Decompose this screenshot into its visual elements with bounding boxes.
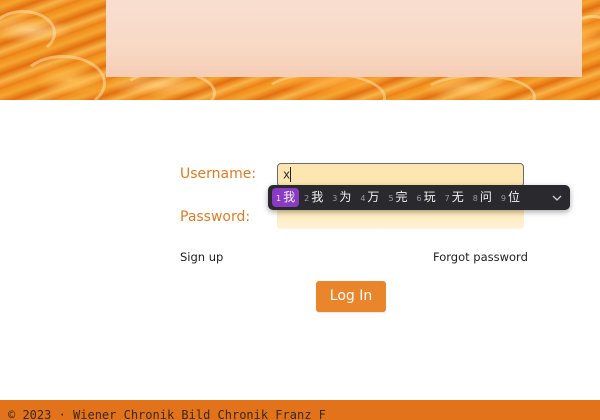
candidate-char: 完 <box>395 190 408 204</box>
ime-candidate[interactable]: 3 为 <box>328 188 355 207</box>
ime-candidate[interactable]: 8 问 <box>469 188 496 207</box>
username-label: Username: <box>180 166 257 182</box>
candidate-char: 为 <box>339 190 352 204</box>
login-button[interactable]: Log In <box>316 281 386 312</box>
username-input[interactable]: x <box>277 163 524 187</box>
password-label: Password: <box>180 209 251 225</box>
candidate-char: 无 <box>451 190 464 204</box>
candidate-number: 5 <box>388 194 394 203</box>
candidate-number: 9 <box>500 194 506 203</box>
username-value: x <box>283 167 291 182</box>
candidate-number: 7 <box>444 194 450 203</box>
ime-candidate[interactable]: 4 万 <box>356 188 383 207</box>
candidate-number: 6 <box>416 194 422 203</box>
ime-candidate[interactable]: 2 我 <box>300 188 327 207</box>
candidate-number: 1 <box>276 194 282 203</box>
banner-panel <box>106 0 582 77</box>
ime-candidate[interactable]: 6 玩 <box>413 188 440 207</box>
candidate-number: 3 <box>332 194 338 203</box>
candidate-char: 位 <box>507 190 520 204</box>
ime-candidate[interactable]: 5 完 <box>384 188 411 207</box>
candidate-number: 8 <box>472 194 478 203</box>
header-banner <box>0 0 600 100</box>
candidate-number: 4 <box>360 194 366 203</box>
forgot-password-link[interactable]: Forgot password <box>433 250 528 264</box>
banner-swirl <box>20 55 106 100</box>
chevron-down-icon[interactable] <box>548 188 566 207</box>
candidate-char: 万 <box>367 190 380 204</box>
login-page: Username: x Password: 1 我 2 我 3 为 4 万 5 … <box>0 0 600 420</box>
candidate-number: 2 <box>304 194 310 203</box>
ime-candidate[interactable]: 9 位 <box>497 188 524 207</box>
candidate-char: 我 <box>311 190 324 204</box>
candidate-char: 玩 <box>423 190 436 204</box>
text-caret <box>290 167 292 182</box>
footer-text: © 2023 · Wiener Chronik Bild Chronik Fra… <box>8 408 326 420</box>
footer: © 2023 · Wiener Chronik Bild Chronik Fra… <box>0 400 600 420</box>
banner-swirl <box>0 10 56 56</box>
banner-swirl <box>420 74 536 100</box>
ime-candidate-bar: 1 我 2 我 3 为 4 万 5 完 6 玩 7 无 8 问 9 位 <box>268 185 570 210</box>
candidate-char: 问 <box>479 190 492 204</box>
sign-up-link[interactable]: Sign up <box>180 250 223 264</box>
ime-candidate[interactable]: 7 无 <box>441 188 468 207</box>
candidate-char: 我 <box>283 190 296 204</box>
ime-candidate[interactable]: 1 我 <box>272 188 300 207</box>
